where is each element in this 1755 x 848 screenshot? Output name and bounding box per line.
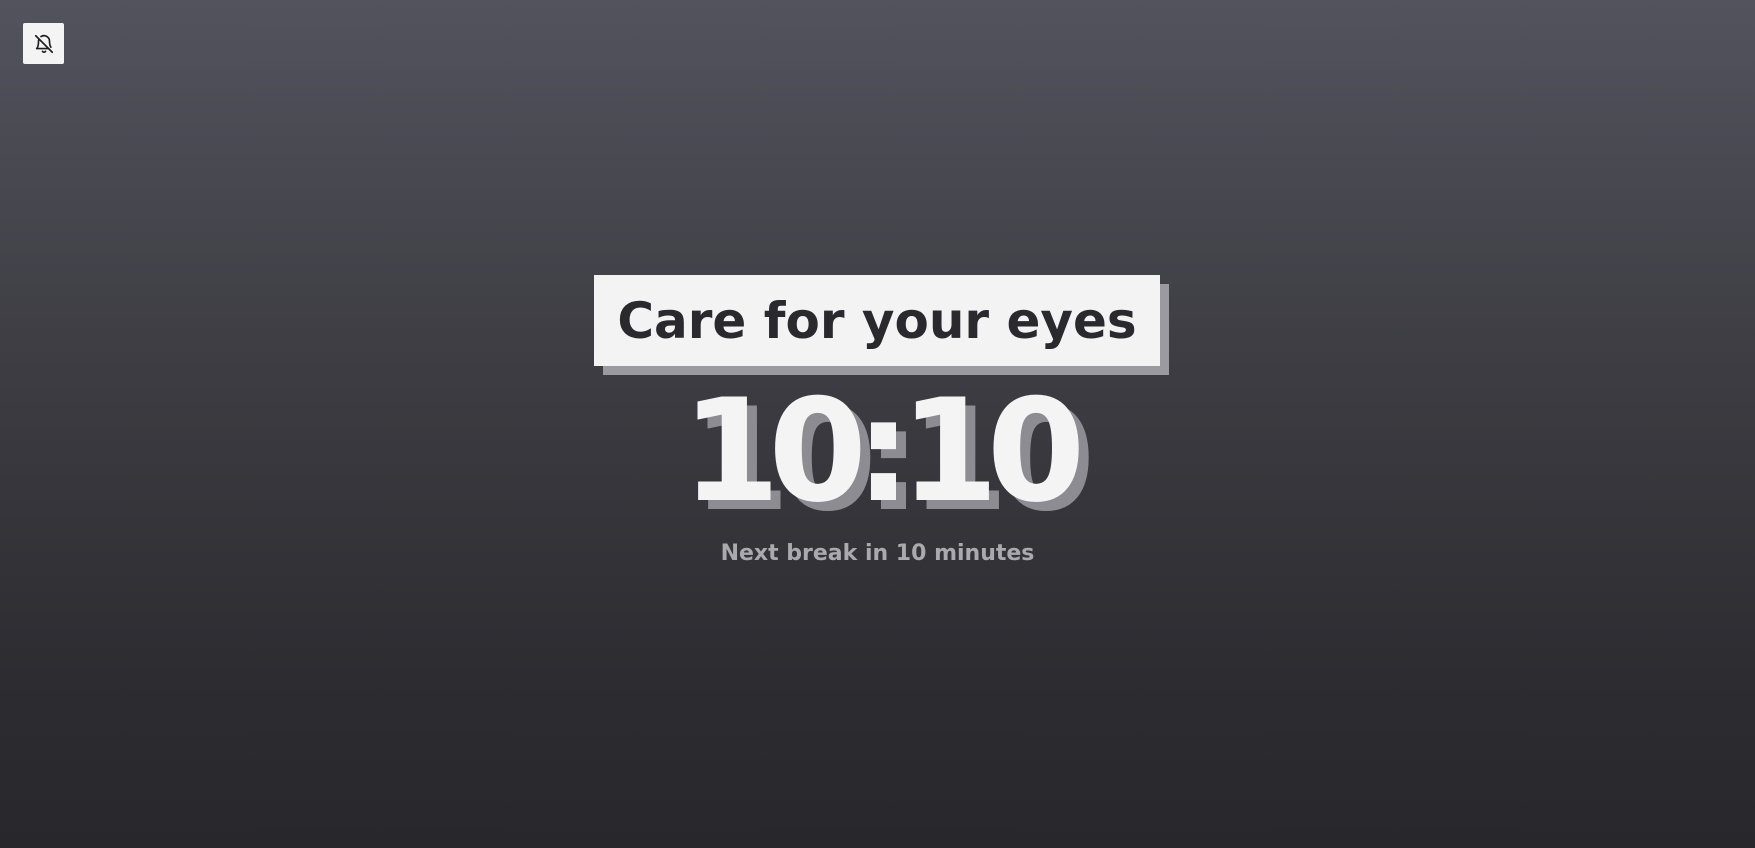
bell-off-icon <box>33 33 55 55</box>
mute-notifications-button[interactable] <box>23 23 64 64</box>
title-card-box: Care for your eyes <box>594 275 1160 366</box>
next-break-status: Next break in 10 minutes <box>720 541 1035 566</box>
title-card: Care for your eyes <box>594 275 1169 375</box>
countdown-timer: 10:10 <box>681 369 1085 534</box>
page-title: Care for your eyes <box>617 291 1137 350</box>
